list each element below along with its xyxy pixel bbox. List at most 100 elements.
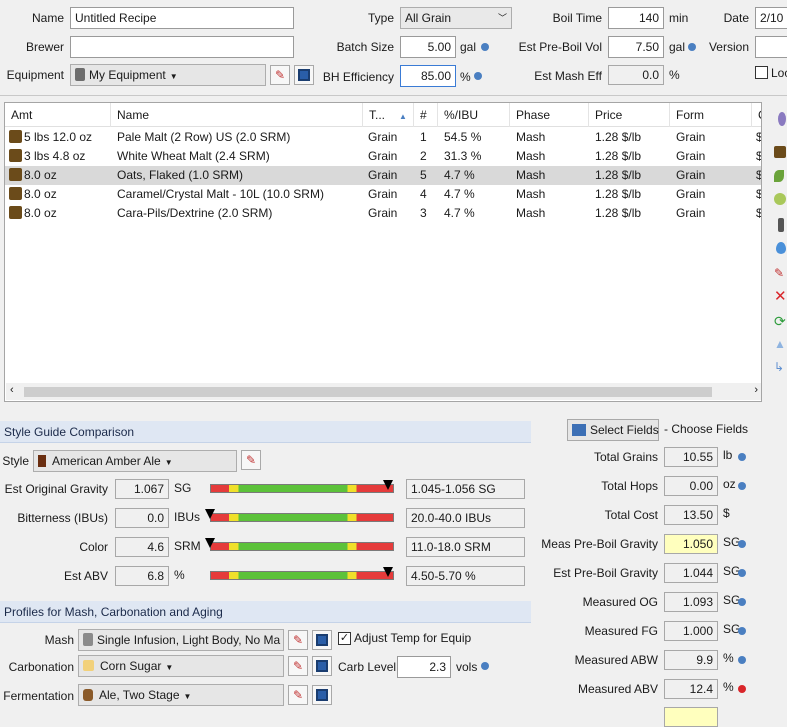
style-select[interactable]: American Amber Ale ▼ — [33, 450, 237, 472]
edit-equipment-button[interactable]: ✎ — [270, 65, 290, 85]
save-fermentation-button[interactable] — [312, 685, 332, 705]
cell-form: Grain — [676, 147, 752, 166]
col-pct[interactable]: %/IBU — [438, 103, 510, 127]
leaf-icon[interactable] — [774, 170, 787, 186]
cell-price: 1.28 $/lb — [595, 204, 670, 223]
metric-range: 20.0-40.0 IBUs — [406, 508, 525, 528]
save-mash-button[interactable] — [312, 630, 332, 650]
col-price[interactable]: Price — [589, 103, 670, 127]
table-row[interactable]: 5 lbs 12.0 oz Pale Malt (2 Row) US (2.0 S… — [5, 128, 761, 147]
fermentation-value: Ale, Two Stage — [99, 688, 180, 702]
delete-icon[interactable]: ✕ — [774, 289, 787, 305]
ingredients-grid[interactable]: Amt Name T... ▲ # %/IBU Phase Price Form … — [4, 102, 762, 402]
cell-text: Mash — [516, 130, 546, 144]
carbonation-select[interactable]: Corn Sugar ▼ — [78, 655, 284, 677]
field-info-dot[interactable] — [738, 569, 746, 577]
edit-icon[interactable]: ✎ — [774, 266, 787, 282]
style-gauge — [210, 513, 394, 522]
carbonation-value: Corn Sugar — [100, 659, 162, 673]
edit-style-button[interactable]: ✎ — [241, 450, 261, 470]
name-input[interactable]: Untitled Recipe — [70, 7, 294, 29]
cell-price: 1.28 $/lb — [595, 166, 670, 185]
next-field-value — [664, 707, 718, 727]
metric-label: Color — [79, 540, 108, 554]
metric-unit: IBUs — [174, 510, 201, 524]
chevron-down-icon: ▼ — [164, 458, 173, 467]
grain-icon[interactable] — [774, 146, 787, 162]
field-info-dot[interactable] — [738, 598, 746, 606]
hops-icon[interactable] — [774, 112, 787, 128]
cell-num: 5 — [420, 166, 438, 185]
equipment-select[interactable]: My Equipment ▼ — [70, 64, 266, 86]
field-unit: lb — [723, 448, 733, 462]
horizontal-scrollbar[interactable]: ‹ › — [6, 383, 761, 400]
scroll-thumb[interactable] — [24, 387, 712, 397]
field-label: Measured ABV — [577, 682, 658, 696]
boil-time-unit: min — [669, 11, 689, 25]
fields-icon — [572, 424, 586, 436]
carb-level-input[interactable]: 2.3 — [397, 656, 451, 678]
field-info-dot[interactable] — [738, 482, 746, 490]
cell-phase: Mash — [516, 204, 589, 223]
col-phase[interactable]: Phase — [510, 103, 589, 127]
field-value: 0.00 — [664, 476, 718, 496]
style-gauge — [210, 571, 394, 580]
batch-size-info-dot[interactable] — [481, 43, 489, 51]
pre-boil-vol-input[interactable]: 7.50 — [608, 36, 664, 58]
adjust-temp-checkbox[interactable]: ✓ — [338, 632, 351, 645]
cell-text: 1 — [420, 130, 427, 144]
cell-name: Pale Malt (2 Row) US (2.0 SRM) — [117, 128, 363, 147]
col-num[interactable]: # — [414, 103, 438, 127]
refresh-icon[interactable]: ⟳ — [774, 313, 787, 329]
table-row[interactable]: 8.0 oz Cara-Pils/Dextrine (2.0 SRM) Grain 3… — [5, 204, 761, 223]
table-row[interactable]: 8.0 oz Caramel/Crystal Malt - 10L (10.0 S… — [5, 185, 761, 204]
pre-boil-vol-info-dot[interactable] — [688, 43, 696, 51]
scroll-left-icon[interactable]: ‹ — [10, 384, 14, 396]
table-row[interactable]: 3 lbs 4.8 oz White Wheat Malt (2.4 SRM) Gr… — [5, 147, 761, 166]
move-down-icon[interactable]: ↳ — [774, 360, 787, 376]
version-input[interactable] — [755, 36, 787, 58]
col-name[interactable]: Name — [111, 103, 363, 127]
carb-level-info-dot[interactable] — [481, 662, 489, 670]
field-info-dot[interactable] — [738, 685, 746, 693]
cell-pct: 54.5 % — [444, 128, 510, 147]
cell-phase: Mash — [516, 166, 589, 185]
brewer-input[interactable] — [70, 36, 294, 58]
bh-efficiency-info-dot[interactable] — [474, 72, 482, 80]
table-row[interactable]: 8.0 oz Oats, Flaked (1.0 SRM) Grain 5 4.7 % M… — [5, 166, 761, 185]
select-fields-button[interactable]: Select Fields — [567, 419, 659, 441]
cell-pct: 31.3 % — [444, 147, 510, 166]
chevron-down-icon: ▼ — [165, 663, 174, 672]
col-amt[interactable]: Amt — [5, 103, 111, 127]
bh-efficiency-input[interactable]: 85.00 — [400, 65, 456, 87]
yeast-icon[interactable] — [774, 193, 787, 209]
mash-select[interactable]: Single Infusion, Light Body, No Ma — [78, 629, 284, 651]
cell-text: $ — [756, 187, 761, 201]
date-label: Date — [723, 11, 749, 25]
boil-time-input[interactable]: 140 — [608, 7, 664, 29]
bottle-icon[interactable] — [774, 218, 787, 234]
field-info-dot[interactable] — [738, 656, 746, 664]
field-info-dot[interactable] — [738, 627, 746, 635]
batch-size-unit: gal — [460, 40, 477, 54]
edit-carbonation-button[interactable]: ✎ — [288, 656, 308, 676]
cell-text: 1.28 $/lb — [595, 130, 642, 144]
field-info-dot[interactable] — [738, 540, 746, 548]
fermentation-select[interactable]: Ale, Two Stage ▼ — [78, 684, 284, 706]
lock-checkbox[interactable] — [755, 66, 768, 79]
edit-fermentation-button[interactable]: ✎ — [288, 685, 308, 705]
type-select[interactable]: All Grain ﹀ — [400, 7, 512, 29]
save-carbonation-button[interactable] — [312, 656, 332, 676]
col-form[interactable]: Form — [670, 103, 752, 127]
col-c[interactable]: C — [752, 103, 761, 127]
batch-size-input[interactable]: 5.00 — [400, 36, 456, 58]
field-info-dot[interactable] — [738, 453, 746, 461]
col-type[interactable]: T... ▲ — [363, 103, 414, 127]
water-icon[interactable] — [774, 242, 787, 258]
move-up-icon[interactable]: ▲ — [774, 337, 787, 353]
cell-type: Grain — [368, 166, 414, 185]
scroll-right-icon[interactable]: › — [754, 384, 758, 396]
edit-mash-button[interactable]: ✎ — [288, 630, 308, 650]
date-input[interactable]: 2/10 — [755, 7, 787, 29]
metric-value: 6.8 — [115, 566, 169, 586]
